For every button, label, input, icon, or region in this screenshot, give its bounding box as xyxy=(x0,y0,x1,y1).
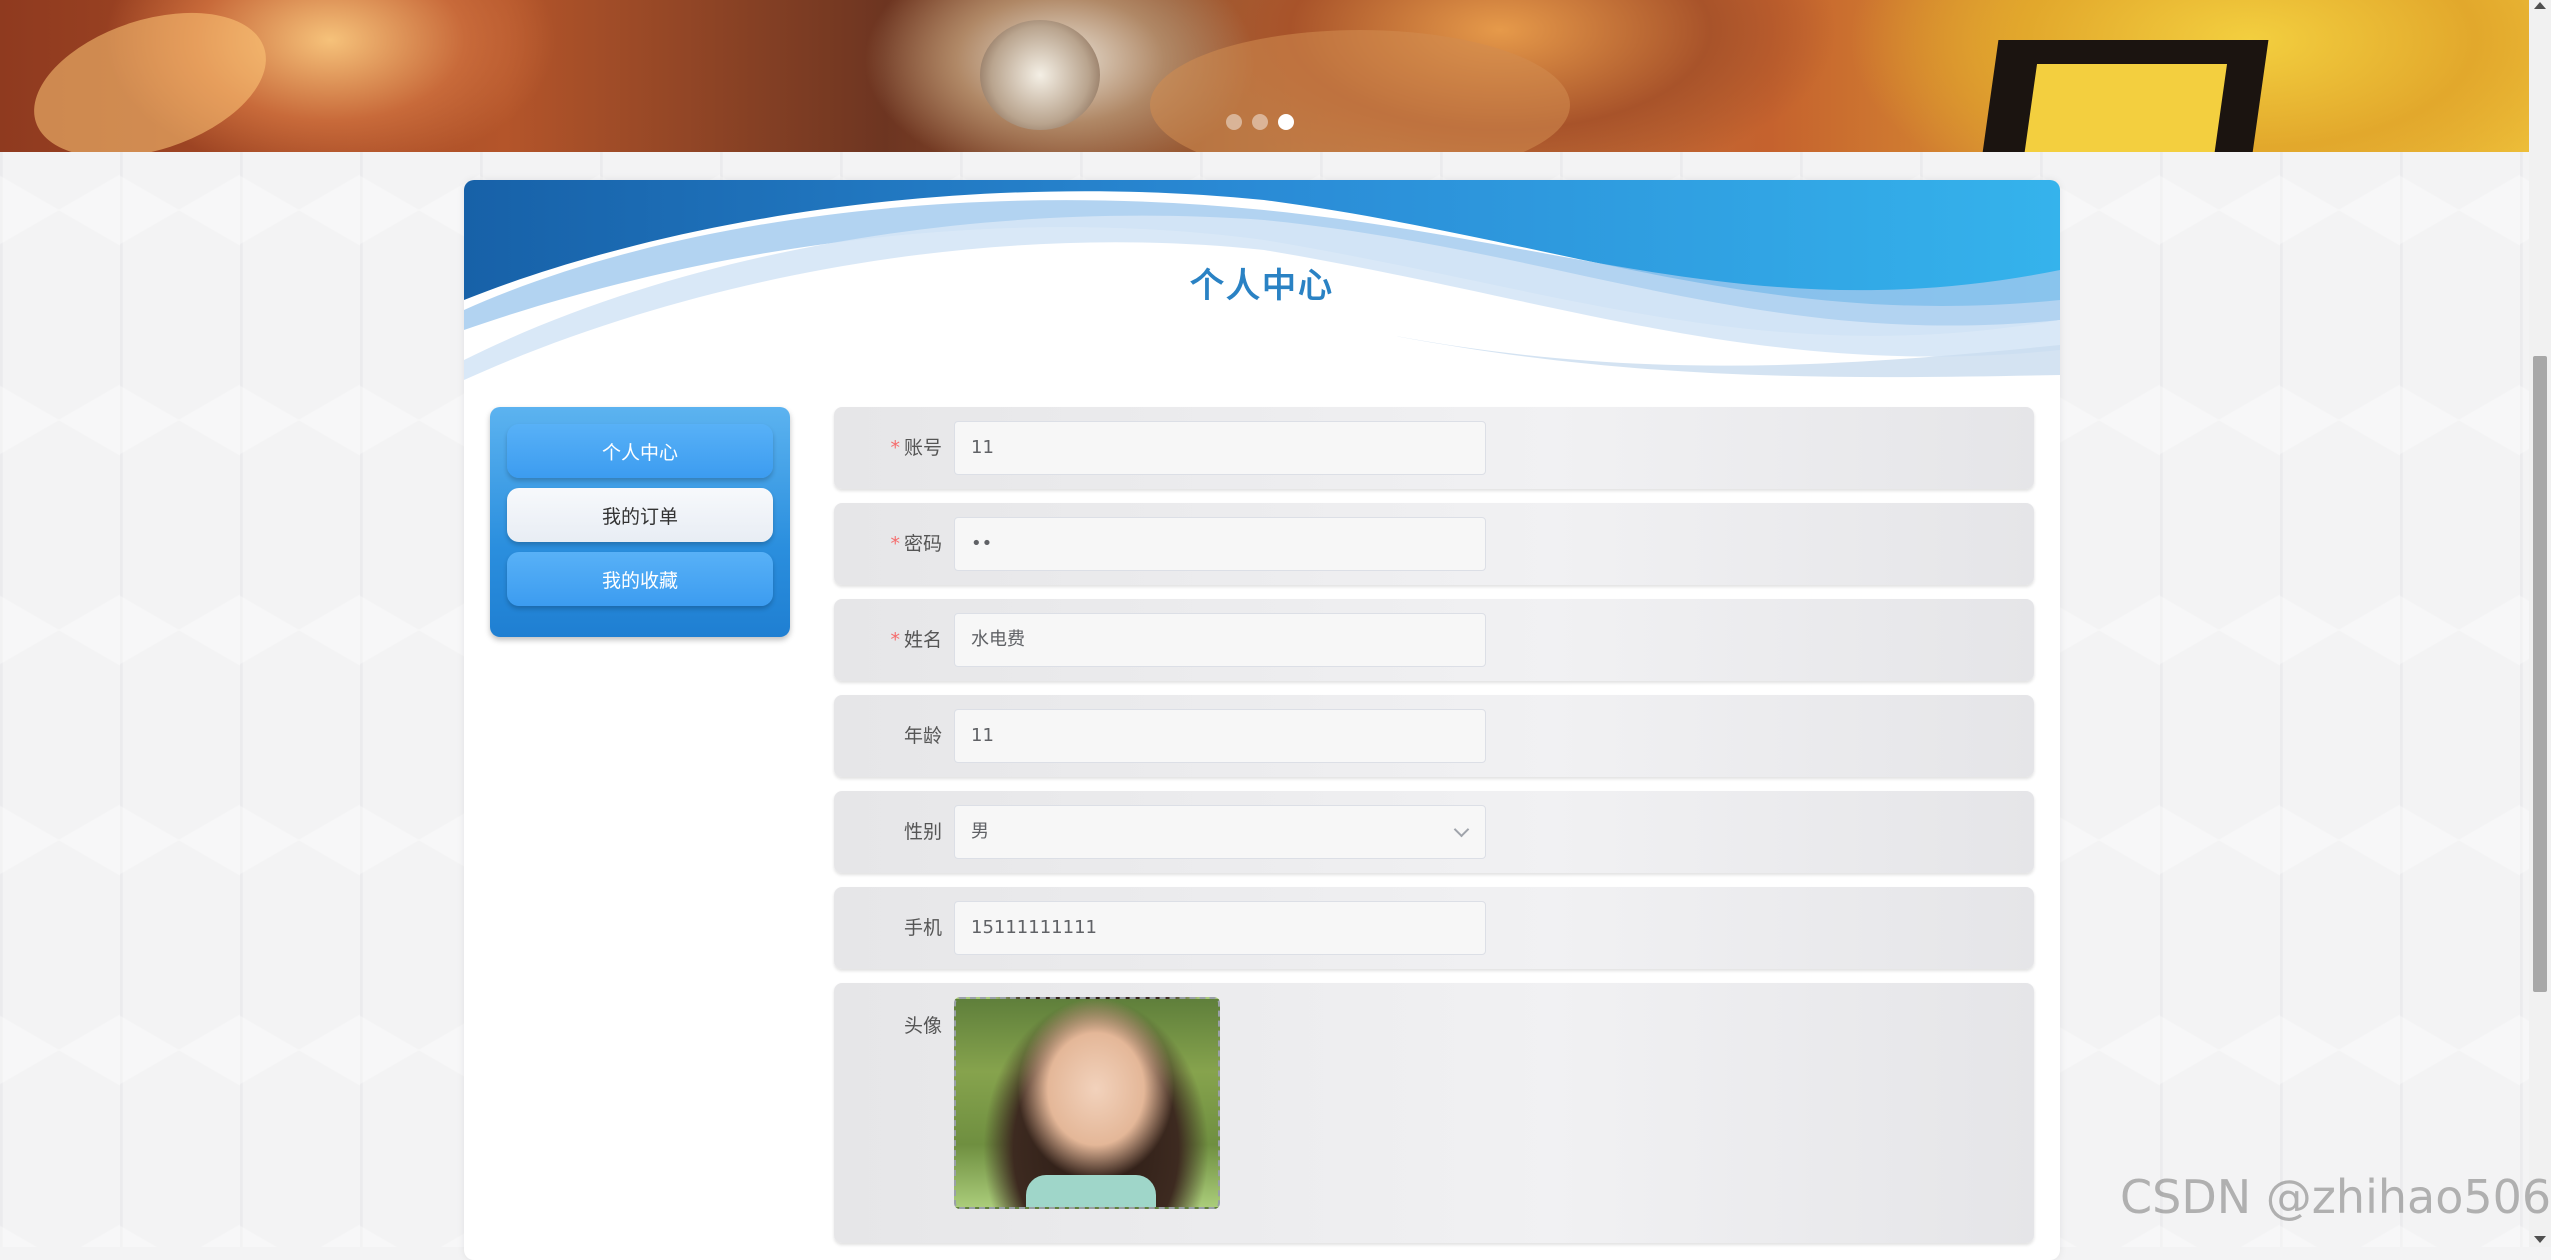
form-row-password: * 密码 •• xyxy=(834,503,2034,585)
form-row-name: * 姓名 水电费 xyxy=(834,599,2034,681)
password-label: * 密码 xyxy=(890,533,942,555)
scroll-down-arrow-icon[interactable] xyxy=(2534,1236,2546,1243)
banner-image-part xyxy=(15,0,285,152)
page-title: 个人中心 xyxy=(1190,266,1334,306)
personal-center-card: 个人中心 个人中心 我的订单 我的收藏 * 账号 11 * 密码 •• * 姓名 水电… xyxy=(464,180,2060,1260)
phone-input[interactable]: 15111111111 xyxy=(954,901,1486,955)
password-input[interactable]: •• xyxy=(954,517,1486,571)
avatar-upload[interactable] xyxy=(954,997,1220,1209)
menu-item-my-favorites[interactable]: 我的收藏 xyxy=(507,552,773,606)
menu-item-personal-center[interactable]: 个人中心 xyxy=(507,424,773,478)
menu-item-my-orders[interactable]: 我的订单 xyxy=(507,488,773,542)
banner-image-part xyxy=(2022,64,2228,152)
carousel-dot-2[interactable] xyxy=(1252,114,1268,130)
carousel-dot-1[interactable] xyxy=(1226,114,1242,130)
carousel-indicators xyxy=(1226,114,1294,130)
account-input[interactable]: 11 xyxy=(954,421,1486,475)
name-label: * 姓名 xyxy=(890,629,942,651)
form-row-gender: 性别 男 xyxy=(834,791,2034,873)
form-row-phone: 手机 15111111111 xyxy=(834,887,2034,969)
age-input[interactable]: 11 xyxy=(954,709,1486,763)
age-label: 年龄 xyxy=(903,725,942,747)
form-row-avatar: 头像 xyxy=(834,983,2034,1243)
phone-label: 手机 xyxy=(903,917,942,939)
banner-carousel[interactable] xyxy=(0,0,2529,152)
chevron-down-icon xyxy=(1453,821,1470,838)
avatar-label: 头像 xyxy=(903,1015,942,1037)
gender-label: 性别 xyxy=(903,821,942,843)
watermark: CSDN @zhihao506 xyxy=(2120,1170,2551,1224)
scroll-up-arrow-icon[interactable] xyxy=(2534,2,2546,9)
banner-image-part xyxy=(1150,30,1570,152)
side-menu: 个人中心 我的订单 我的收藏 xyxy=(490,407,790,637)
page-scrollbar[interactable] xyxy=(2529,0,2551,1247)
form-row-age: 年龄 11 xyxy=(834,695,2034,777)
scrollbar-thumb[interactable] xyxy=(2533,356,2547,992)
banner-image-part xyxy=(980,20,1100,130)
gender-select[interactable]: 男 xyxy=(954,805,1486,859)
form-row-account: * 账号 11 xyxy=(834,407,2034,489)
name-input[interactable]: 水电费 xyxy=(954,613,1486,667)
carousel-dot-3[interactable] xyxy=(1278,114,1294,130)
account-label: * 账号 xyxy=(890,437,942,459)
gender-select-value: 男 xyxy=(971,821,989,842)
avatar-photo-detail xyxy=(1026,1175,1156,1207)
